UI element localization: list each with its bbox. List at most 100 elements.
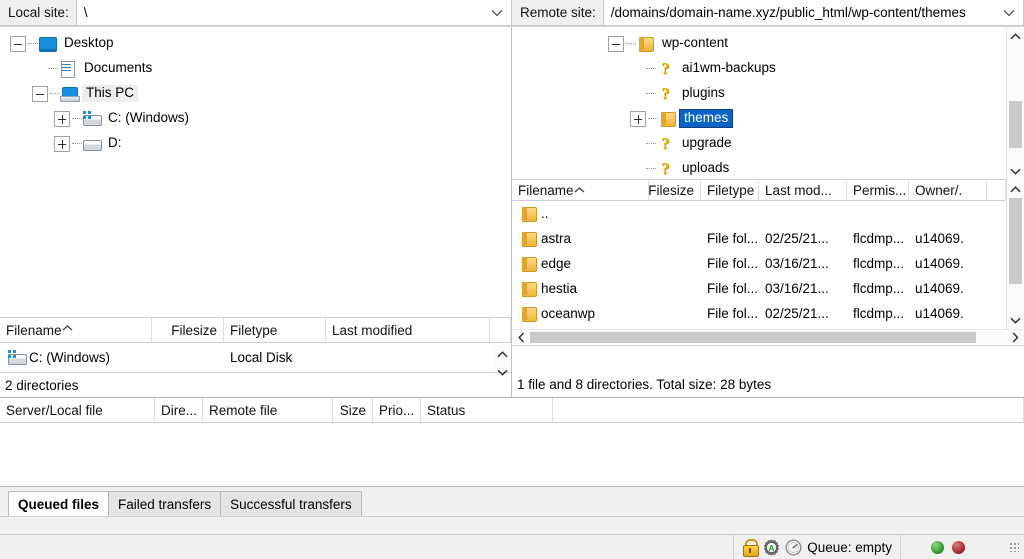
column-header[interactable]: Permis... (847, 180, 909, 200)
column-header-label: Filename (6, 323, 62, 338)
scroll-down-icon[interactable] (493, 363, 511, 381)
expand-node-icon[interactable] (54, 111, 70, 127)
expand-node-icon[interactable] (54, 136, 70, 152)
column-header-label: Filetype (230, 323, 277, 338)
column-header[interactable]: Filename (0, 318, 152, 342)
table-cell-modified: 02/25/21... (759, 231, 847, 246)
lock-icon[interactable] (742, 539, 758, 555)
local-site-path-input[interactable]: \ (77, 0, 512, 26)
tab-failed-transfers[interactable]: Failed transfers (108, 491, 221, 516)
tree-item[interactable]: ?ai1wm-backups (512, 56, 1006, 81)
local-directory-tree[interactable]: DesktopDocumentsThis PCC: (Windows) D: (0, 27, 511, 318)
scroll-up-icon[interactable] (1007, 180, 1024, 198)
column-header-label: Last modified (332, 323, 412, 338)
table-row[interactable]: .. (512, 201, 1006, 226)
column-header[interactable]: Filename (512, 180, 649, 200)
remote-tree-scroll-track[interactable] (1007, 45, 1024, 162)
local-file-list-header[interactable]: Filename Filesize Filetype Last modified (0, 318, 511, 343)
resize-grip-area[interactable] (995, 535, 1024, 559)
table-cell-filename: C: (Windows) (0, 349, 152, 366)
folder-icon (519, 230, 538, 247)
column-header[interactable]: Filetype (701, 180, 759, 200)
scroll-down-icon[interactable] (1007, 311, 1024, 329)
column-header-filler (490, 318, 511, 342)
tree-item[interactable]: This PC (0, 81, 511, 106)
chevron-down-icon[interactable] (999, 9, 1019, 17)
local-site-label: Local site: (0, 0, 77, 26)
table-row[interactable]: oceanwpFile fol...02/25/21...flcdmp...u1… (512, 301, 1006, 326)
column-header[interactable]: Server/Local file (0, 398, 155, 422)
remote-list-scroll-track[interactable] (1007, 198, 1024, 311)
column-header[interactable]: Prio... (373, 398, 421, 422)
tree-item[interactable]: ?plugins (512, 81, 1006, 106)
speed-limit-gauge-icon[interactable] (785, 539, 802, 556)
table-row[interactable]: hestiaFile fol...03/16/21...flcdmp...u14… (512, 276, 1006, 301)
local-list-vertical-scrollbar[interactable] (493, 345, 511, 372)
table-row[interactable]: astraFile fol...02/25/21...flcdmp...u140… (512, 226, 1006, 251)
table-row[interactable]: retrogeekFile fol...03/16/21...flcdmp...… (512, 326, 1006, 329)
column-header[interactable]: Filesize (152, 318, 224, 342)
column-header[interactable]: Filetype (224, 318, 326, 342)
column-header[interactable]: Last mod... (759, 180, 847, 200)
cell-text: 03/16/21... (765, 281, 829, 296)
sort-ascending-icon (62, 319, 73, 334)
collapse-node-icon[interactable] (608, 36, 624, 52)
cell-text: u14069. (915, 231, 964, 246)
collapse-node-icon[interactable] (10, 36, 26, 52)
scroll-up-icon[interactable] (1007, 27, 1024, 45)
column-header[interactable]: Status (421, 398, 553, 422)
local-file-list-body[interactable]: C: (Windows) Local Disk (0, 345, 493, 372)
table-cell-permissions: flcdmp... (847, 256, 909, 271)
transfer-settings-gear-icon[interactable]: A (763, 539, 780, 556)
column-header[interactable]: Owner/. (909, 180, 987, 200)
tree-item-label: wp-content (658, 35, 732, 52)
transfer-queue-body[interactable] (0, 423, 1024, 486)
column-header[interactable]: Remote file (203, 398, 333, 422)
expand-node-icon[interactable] (630, 111, 646, 127)
scroll-down-icon[interactable] (1007, 162, 1024, 180)
column-header[interactable]: Dire... (155, 398, 203, 422)
remote-tree-vertical-scrollbar[interactable] (1006, 27, 1024, 180)
remote-tree-scroll-thumb[interactable] (1009, 101, 1022, 148)
tab-label: Failed transfers (118, 497, 211, 512)
remote-file-list-header[interactable]: FilenameFilesizeFiletypeLast mod...Permi… (512, 180, 1006, 201)
remote-site-path-input[interactable]: /domains/domain-name.xyz/public_html/wp-… (604, 0, 1024, 26)
chevron-down-icon[interactable] (487, 9, 507, 17)
resize-grip-icon[interactable] (1007, 540, 1021, 554)
remote-directory-tree[interactable]: wp-content?ai1wm-backups?pluginsthemes?u… (512, 27, 1006, 180)
remote-list-hscroll-track[interactable] (530, 330, 1006, 345)
remote-list-hscroll-thumb[interactable] (530, 332, 976, 343)
scroll-left-icon[interactable] (512, 330, 530, 345)
scroll-right-icon[interactable] (1006, 330, 1024, 345)
table-row[interactable]: edgeFile fol...03/16/21...flcdmp...u1406… (512, 251, 1006, 276)
tree-item[interactable]: wp-content (512, 31, 1006, 56)
tree-item[interactable]: Desktop (0, 31, 511, 56)
remote-status-bar: 1 file and 8 directories. Total size: 28… (512, 345, 1024, 398)
tree-item[interactable]: C: (Windows) (0, 106, 511, 131)
tab-queued-files[interactable]: Queued files (8, 491, 109, 516)
tree-item-label: D: (104, 135, 126, 152)
column-header[interactable]: Size (333, 398, 373, 422)
remote-file-list-body[interactable]: ..astraFile fol...02/25/21...flcdmp...u1… (512, 201, 1006, 329)
remote-list-vertical-scrollbar[interactable] (1006, 180, 1024, 329)
tree-item[interactable]: D: (0, 131, 511, 156)
column-header-label: Server/Local file (6, 403, 103, 418)
column-header[interactable]: Last modified (326, 318, 490, 342)
tree-item[interactable]: ?uploads (512, 156, 1006, 180)
tree-item[interactable]: themes (512, 106, 1006, 131)
transfer-queue-header[interactable]: Server/Local file Dire...Remote fileSizeP… (0, 398, 1024, 423)
transfer-queue-tabs[interactable]: Queued files Failed transfers Successful t… (0, 486, 1024, 516)
tree-item[interactable]: ?upgrade (512, 131, 1006, 156)
column-header[interactable]: Filesize (649, 180, 701, 200)
cell-text: flcdmp... (853, 306, 904, 321)
remote-list-scroll-thumb[interactable] (1009, 198, 1022, 284)
table-row[interactable]: C: (Windows) Local Disk (0, 345, 493, 370)
column-header-filler (987, 180, 1006, 200)
cell-text: u14069. (915, 256, 964, 271)
tree-item[interactable]: Documents (0, 56, 511, 81)
collapse-node-icon[interactable] (32, 86, 48, 102)
cell-text: Local Disk (230, 350, 292, 365)
scroll-up-icon[interactable] (493, 345, 511, 363)
remote-list-horizontal-scrollbar[interactable] (512, 329, 1024, 345)
tab-successful-transfers[interactable]: Successful transfers (220, 491, 362, 516)
